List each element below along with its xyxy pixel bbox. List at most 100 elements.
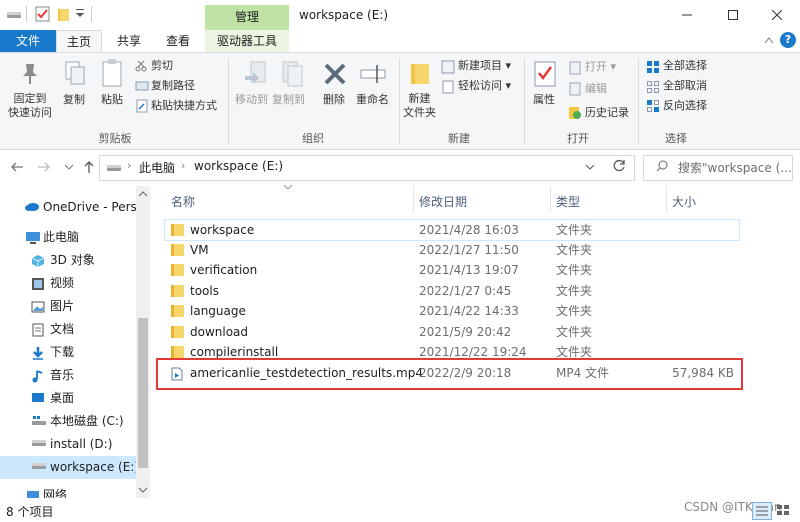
nav-item-drive-c[interactable]: 本地磁盘 (C:) (0, 410, 136, 433)
forward-arrow-icon[interactable] (37, 161, 51, 173)
move-to-button[interactable]: 移动到 (235, 93, 268, 107)
table-row[interactable]: workspace 2021/4/28 16:03 文件夹 (164, 219, 740, 241)
nav-item-drive-e[interactable]: workspace (E:) (0, 456, 140, 479)
nav-item-pictures[interactable]: 图片 (0, 295, 136, 318)
table-row[interactable]: VM 2022/1/27 11:50 文件夹 (165, 240, 739, 260)
new-item-button[interactable]: 新建项目 ▾ (458, 59, 511, 73)
invert-selection-button[interactable]: 反向选择 (663, 99, 707, 113)
nav-item-downloads[interactable]: 下载 (0, 341, 136, 364)
tab-file[interactable]: 文件 (0, 30, 56, 52)
recent-locations-chevron-icon[interactable] (64, 163, 74, 171)
nav-item-label: workspace (E:) (50, 460, 140, 474)
copy-to-button[interactable]: 复制到 (272, 93, 305, 107)
column-divider[interactable] (550, 186, 551, 212)
scroll-down-icon[interactable] (138, 486, 148, 494)
column-divider[interactable] (413, 186, 414, 212)
large-icons-view-button[interactable] (774, 502, 792, 518)
pin-quick-access-button[interactable]: 固定到 快速访问 (8, 92, 52, 120)
new-item-label: 新建项目 (458, 59, 502, 72)
item-count: 8 个项目 (6, 505, 54, 519)
nav-item-onedrive[interactable]: OneDrive - Perso (0, 196, 144, 219)
paste-button[interactable]: 粘贴 (101, 93, 123, 107)
nav-item-videos[interactable]: 视频 (0, 272, 136, 295)
nav-item-music[interactable]: 音乐 (0, 364, 136, 387)
cloud-icon (24, 201, 40, 211)
properties-check-icon[interactable] (35, 6, 51, 22)
table-row[interactable]: language 2021/4/22 14:33 文件夹 (165, 301, 739, 321)
table-row[interactable]: tools 2022/1/27 0:45 文件夹 (165, 281, 739, 301)
folder-icon[interactable] (57, 7, 71, 21)
history-button[interactable]: 历史记录 (585, 106, 629, 120)
address-dropdown-icon[interactable] (585, 163, 595, 171)
nav-item-label: 下载 (50, 345, 75, 359)
open-button[interactable]: 打开 ▾ (585, 60, 616, 74)
new-item-icon (441, 60, 455, 74)
drive-icon[interactable] (6, 8, 22, 20)
up-arrow-icon[interactable] (83, 160, 95, 174)
nav-item-label: 文档 (50, 322, 75, 336)
table-row[interactable]: download 2021/5/9 20:42 文件夹 (165, 322, 739, 342)
file-name: verification (190, 263, 258, 277)
tab-share[interactable]: 共享 (108, 30, 150, 52)
picture-icon (31, 300, 45, 314)
close-button[interactable] (754, 0, 800, 30)
large-icons-view-icon (777, 505, 789, 515)
nav-item-documents[interactable]: 文档 (0, 318, 136, 341)
rename-button[interactable]: 重命名 (356, 93, 389, 107)
desktop-icon (31, 392, 45, 404)
nav-item-network[interactable]: 网络 (0, 484, 136, 498)
cut-button[interactable]: 剪切 (151, 59, 173, 73)
context-tab-manage[interactable]: 管理 (205, 5, 289, 30)
column-divider[interactable] (666, 186, 667, 212)
folder-icon (171, 305, 185, 317)
details-view-button[interactable] (752, 502, 772, 520)
select-none-button[interactable]: 全部取消 (663, 79, 707, 93)
dropdown-icon[interactable] (76, 9, 84, 19)
minimize-button[interactable] (664, 0, 710, 30)
nav-item-3d-objects[interactable]: 3D 对象 (0, 249, 136, 272)
easy-access-label: 轻松访问 (458, 79, 502, 92)
group-title-clipboard: 剪贴板 (98, 132, 132, 145)
easy-access-button[interactable]: 轻松访问 ▾ (458, 79, 511, 93)
table-row[interactable]: verification 2021/4/13 19:07 文件夹 (165, 260, 739, 280)
file-name: VM (190, 243, 209, 257)
network-icon (25, 489, 41, 498)
back-arrow-icon[interactable] (10, 161, 24, 173)
column-header-name[interactable]: 名称 (171, 193, 195, 210)
column-header-type[interactable]: 类型 (556, 193, 580, 210)
paste-shortcut-button[interactable]: 粘贴快捷方式 (151, 99, 217, 113)
properties-button[interactable]: 属性 (533, 93, 555, 107)
help-icon[interactable]: ? (780, 32, 796, 48)
refresh-icon[interactable] (612, 159, 626, 173)
delete-button[interactable]: 删除 (323, 93, 345, 107)
select-all-button[interactable]: 全部选择 (663, 59, 707, 73)
paste-shortcut-icon (135, 99, 149, 113)
history-icon (568, 106, 582, 120)
chevron-up-icon[interactable] (764, 36, 774, 44)
copy-path-button[interactable]: 复制路径 (151, 79, 195, 93)
breadcrumb-separator-icon[interactable]: › (127, 159, 131, 172)
nav-item-desktop[interactable]: 桌面 (0, 387, 136, 410)
tab-home[interactable]: 主页 (56, 30, 102, 52)
edit-button[interactable]: 编辑 (585, 82, 607, 96)
breadcrumb-separator-icon[interactable]: › (181, 159, 185, 172)
scroll-up-icon[interactable] (138, 190, 148, 198)
nav-item-this-pc[interactable]: 此电脑 (0, 226, 136, 249)
column-header-date[interactable]: 修改日期 (419, 193, 467, 210)
file-type: 文件夹 (556, 325, 593, 339)
column-header-size[interactable]: 大小 (672, 193, 696, 210)
maximize-button[interactable] (710, 0, 756, 30)
file-name: tools (190, 284, 219, 298)
nav-item-drive-d[interactable]: install (D:) (0, 433, 136, 456)
tab-view[interactable]: 查看 (155, 30, 201, 52)
nav-pane-scroll-thumb[interactable] (138, 318, 148, 468)
file-date: 2022/1/27 0:45 (419, 284, 512, 298)
breadcrumb-workspace[interactable]: workspace (E:) (194, 159, 283, 173)
address-bar[interactable] (99, 155, 635, 181)
breadcrumb-this-pc[interactable]: 此电脑 (139, 159, 175, 176)
new-folder-button[interactable]: 新建 文件夹 (403, 92, 436, 120)
download-icon (31, 346, 45, 360)
copy-button[interactable]: 复制 (63, 93, 85, 107)
tab-drive-tools[interactable]: 驱动器工具 (205, 30, 289, 52)
paste-icon (101, 58, 123, 88)
